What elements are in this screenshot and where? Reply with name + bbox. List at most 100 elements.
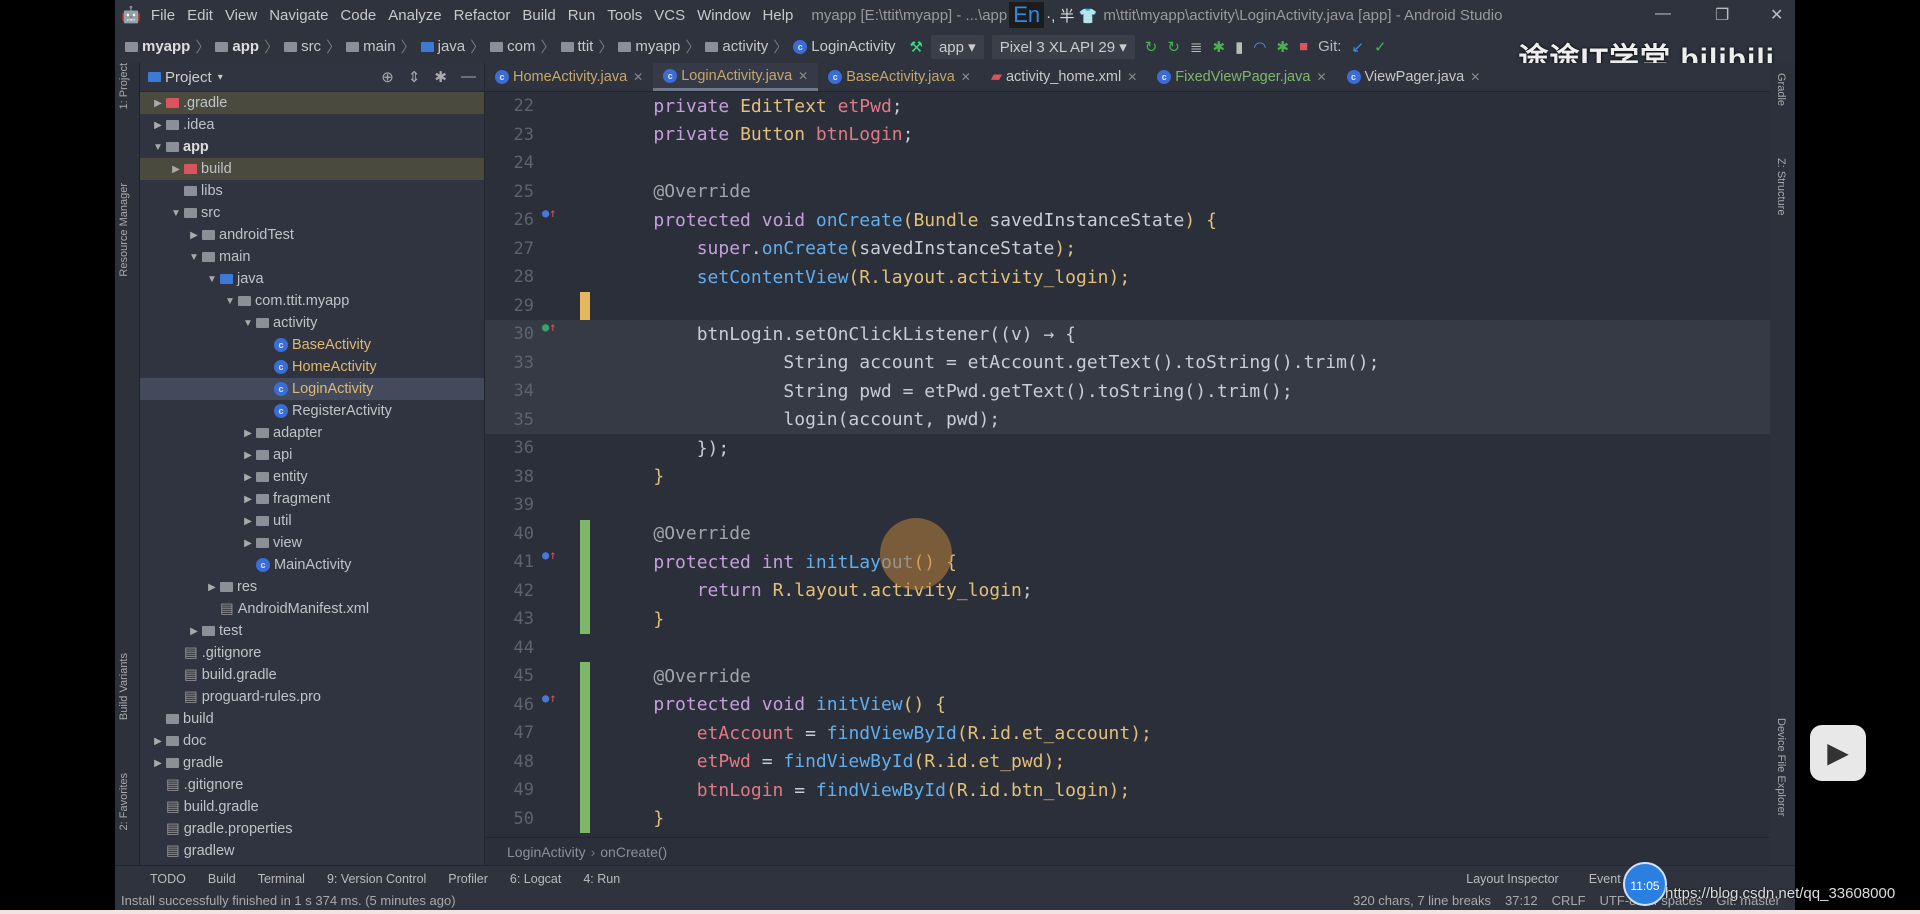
line-separator[interactable]: CRLF [1552, 893, 1586, 908]
chevron-right-icon[interactable]: ▶ [240, 516, 256, 527]
breadcrumb-item[interactable]: src [284, 38, 321, 55]
hide-icon[interactable]: — [461, 68, 476, 86]
chevron-down-icon[interactable]: ▼ [168, 208, 184, 219]
menu-help[interactable]: Help [762, 7, 793, 24]
tree-item[interactable]: ▤ gradle.properties [140, 818, 484, 840]
breadcrumb-item[interactable]: ttit [560, 38, 593, 55]
tree-item[interactable]: libs [140, 180, 484, 202]
tree-item[interactable]: ▤ gradlew [140, 840, 484, 862]
locate-icon[interactable]: ⊕ [381, 68, 394, 86]
tree-item[interactable]: ▶ view [140, 532, 484, 554]
tree-item[interactable]: c RegisterActivity [140, 400, 484, 422]
code-line[interactable]: 49 btnLogin = findViewById(R.id.btn_logi… [485, 776, 1770, 805]
device-file-explorer-button[interactable]: Device File Explorer [1775, 718, 1787, 816]
chevron-right-icon[interactable]: ▶ [240, 538, 256, 549]
override-icon[interactable]: ●↑ [542, 691, 556, 705]
tool-build[interactable]: Build [208, 872, 236, 886]
git-update-icon[interactable]: ↙ [1351, 38, 1364, 56]
code-line[interactable]: 50 } [485, 804, 1770, 833]
tree-item[interactable]: ▼ activity [140, 312, 484, 334]
tree-item[interactable]: c HomeActivity [140, 356, 484, 378]
tree-item[interactable]: c MainActivity [140, 554, 484, 576]
menu-window[interactable]: Window [697, 7, 750, 24]
tree-item[interactable]: ▶ api [140, 444, 484, 466]
tab-viewpager-java[interactable]: c ViewPager.java ✕ [1337, 63, 1491, 91]
close-tab-icon[interactable]: ✕ [961, 70, 971, 84]
code-line[interactable]: 35 login(account, pwd); [485, 405, 1770, 434]
tool-terminal[interactable]: Terminal [258, 872, 305, 886]
tree-item[interactable]: ▶ util [140, 510, 484, 532]
menu-analyze[interactable]: Analyze [388, 7, 441, 24]
tree-item[interactable]: ▼ app [140, 136, 484, 158]
tree-item[interactable]: ▼ main [140, 246, 484, 268]
code-line[interactable]: 43 } [485, 605, 1770, 634]
code-line[interactable]: 36 }); [485, 434, 1770, 463]
chevron-right-icon[interactable]: ▶ [150, 120, 166, 131]
tree-item[interactable]: ▤ .gitignore [140, 642, 484, 664]
tool--run[interactable]: 4: Run [583, 872, 620, 886]
code-line[interactable]: 25 @Override [485, 178, 1770, 207]
code-line[interactable]: 26 ●↑ protected void onCreate(Bundle save… [485, 206, 1770, 235]
menu-build[interactable]: Build [522, 7, 555, 24]
tab-loginactivity-java[interactable]: c LoginActivity.java ✕ [653, 63, 819, 91]
gear-icon[interactable]: ✱ [434, 68, 447, 86]
tool--logcat[interactable]: 6: Logcat [510, 872, 561, 886]
breadcrumb-item[interactable]: c LoginActivity [793, 38, 896, 55]
chevron-down-icon[interactable]: ▼ [222, 296, 238, 307]
code-line[interactable]: 47 etAccount = findViewById(R.id.et_acco… [485, 719, 1770, 748]
tree-item[interactable]: ▼ com.ttit.myapp [140, 290, 484, 312]
chevron-right-icon[interactable]: ▶ [240, 428, 256, 439]
code-line[interactable]: 24 [485, 149, 1770, 178]
logcat-icon[interactable]: ≣ [1190, 38, 1203, 56]
code-line[interactable]: 44 [485, 634, 1770, 663]
cursor-position[interactable]: 37:12 [1505, 893, 1538, 908]
menu-edit[interactable]: Edit [187, 7, 213, 24]
tree-item[interactable]: ▤ build.gradle [140, 796, 484, 818]
resource-manager-tool-button[interactable]: Resource Manager [118, 183, 130, 277]
debug-icon[interactable]: ✱ [1212, 38, 1225, 56]
tab-baseactivity-java[interactable]: c BaseActivity.java ✕ [818, 63, 981, 91]
status-message[interactable]: Install successfully finished in 1 s 374… [121, 893, 456, 908]
close-tab-icon[interactable]: ✕ [798, 69, 808, 83]
chevron-right-icon[interactable]: ▶ [204, 582, 220, 593]
menu-refactor[interactable]: Refactor [454, 7, 511, 24]
tree-item[interactable]: ▶ build [140, 158, 484, 180]
close-tab-icon[interactable]: ✕ [633, 70, 643, 84]
code-line[interactable]: 34 String pwd = etPwd.getText().toString… [485, 377, 1770, 406]
debug-attach-icon[interactable]: ✱ [1276, 38, 1289, 56]
code-area[interactable]: 22 private EditText etPwd; 23 private But… [485, 92, 1770, 837]
breadcrumb-item[interactable]: activity [705, 38, 768, 55]
menu-vcs[interactable]: VCS [654, 7, 685, 24]
override-icon[interactable]: ●↑ [542, 206, 556, 220]
code-line[interactable]: 41●↑ protected int initLayout() { [485, 548, 1770, 577]
chevron-right-icon[interactable]: ▶ [240, 472, 256, 483]
breadcrumb-item[interactable]: myapp [618, 38, 680, 55]
chevron-right-icon[interactable]: ▶ [186, 626, 202, 637]
tree-item[interactable]: ▤ build.gradle [140, 664, 484, 686]
code-line[interactable]: 40 @Override [485, 519, 1770, 548]
tree-item[interactable]: ▤ AndroidManifest.xml [140, 598, 484, 620]
code-line[interactable]: 42 return R.layout.activity_login; [485, 576, 1770, 605]
hammer-icon[interactable]: ⚒ [910, 38, 923, 56]
play-button-icon[interactable]: ▶ [1810, 725, 1866, 781]
close-tab-icon[interactable]: ✕ [1316, 70, 1326, 84]
code-line[interactable]: 30 ●↑ btnLogin.setOnClickListener((v) → { [485, 320, 1770, 349]
tree-item[interactable]: ▼ src [140, 202, 484, 224]
code-line[interactable]: 22 private EditText etPwd; [485, 92, 1770, 121]
apply-code-changes-icon[interactable]: ↻ [1167, 38, 1180, 56]
code-line[interactable]: 45 @Override [485, 662, 1770, 691]
run-config-dropdown[interactable]: app ▾ [930, 34, 984, 59]
structure-tool-button[interactable]: Z: Structure [1775, 158, 1787, 215]
code-line[interactable]: 46 ●↑ protected void initView() { [485, 690, 1770, 719]
tab-activity-home-xml[interactable]: ▰ activity_home.xml ✕ [981, 63, 1147, 91]
attach-debugger-icon[interactable]: ▮ [1235, 38, 1243, 56]
menu-view[interactable]: View [225, 7, 257, 24]
tree-item[interactable]: build [140, 708, 484, 730]
tree-item[interactable]: c LoginActivity [140, 378, 484, 400]
tool-layout-inspector[interactable]: Layout Inspector [1466, 872, 1558, 886]
code-line[interactable]: 38 } [485, 463, 1770, 492]
tree-item[interactable]: ▶ .idea [140, 114, 484, 136]
chevron-right-icon[interactable]: ▶ [150, 758, 166, 769]
close-tab-icon[interactable]: ✕ [1470, 70, 1480, 84]
code-line[interactable]: 27 super.onCreate(savedInstanceState); [485, 235, 1770, 264]
